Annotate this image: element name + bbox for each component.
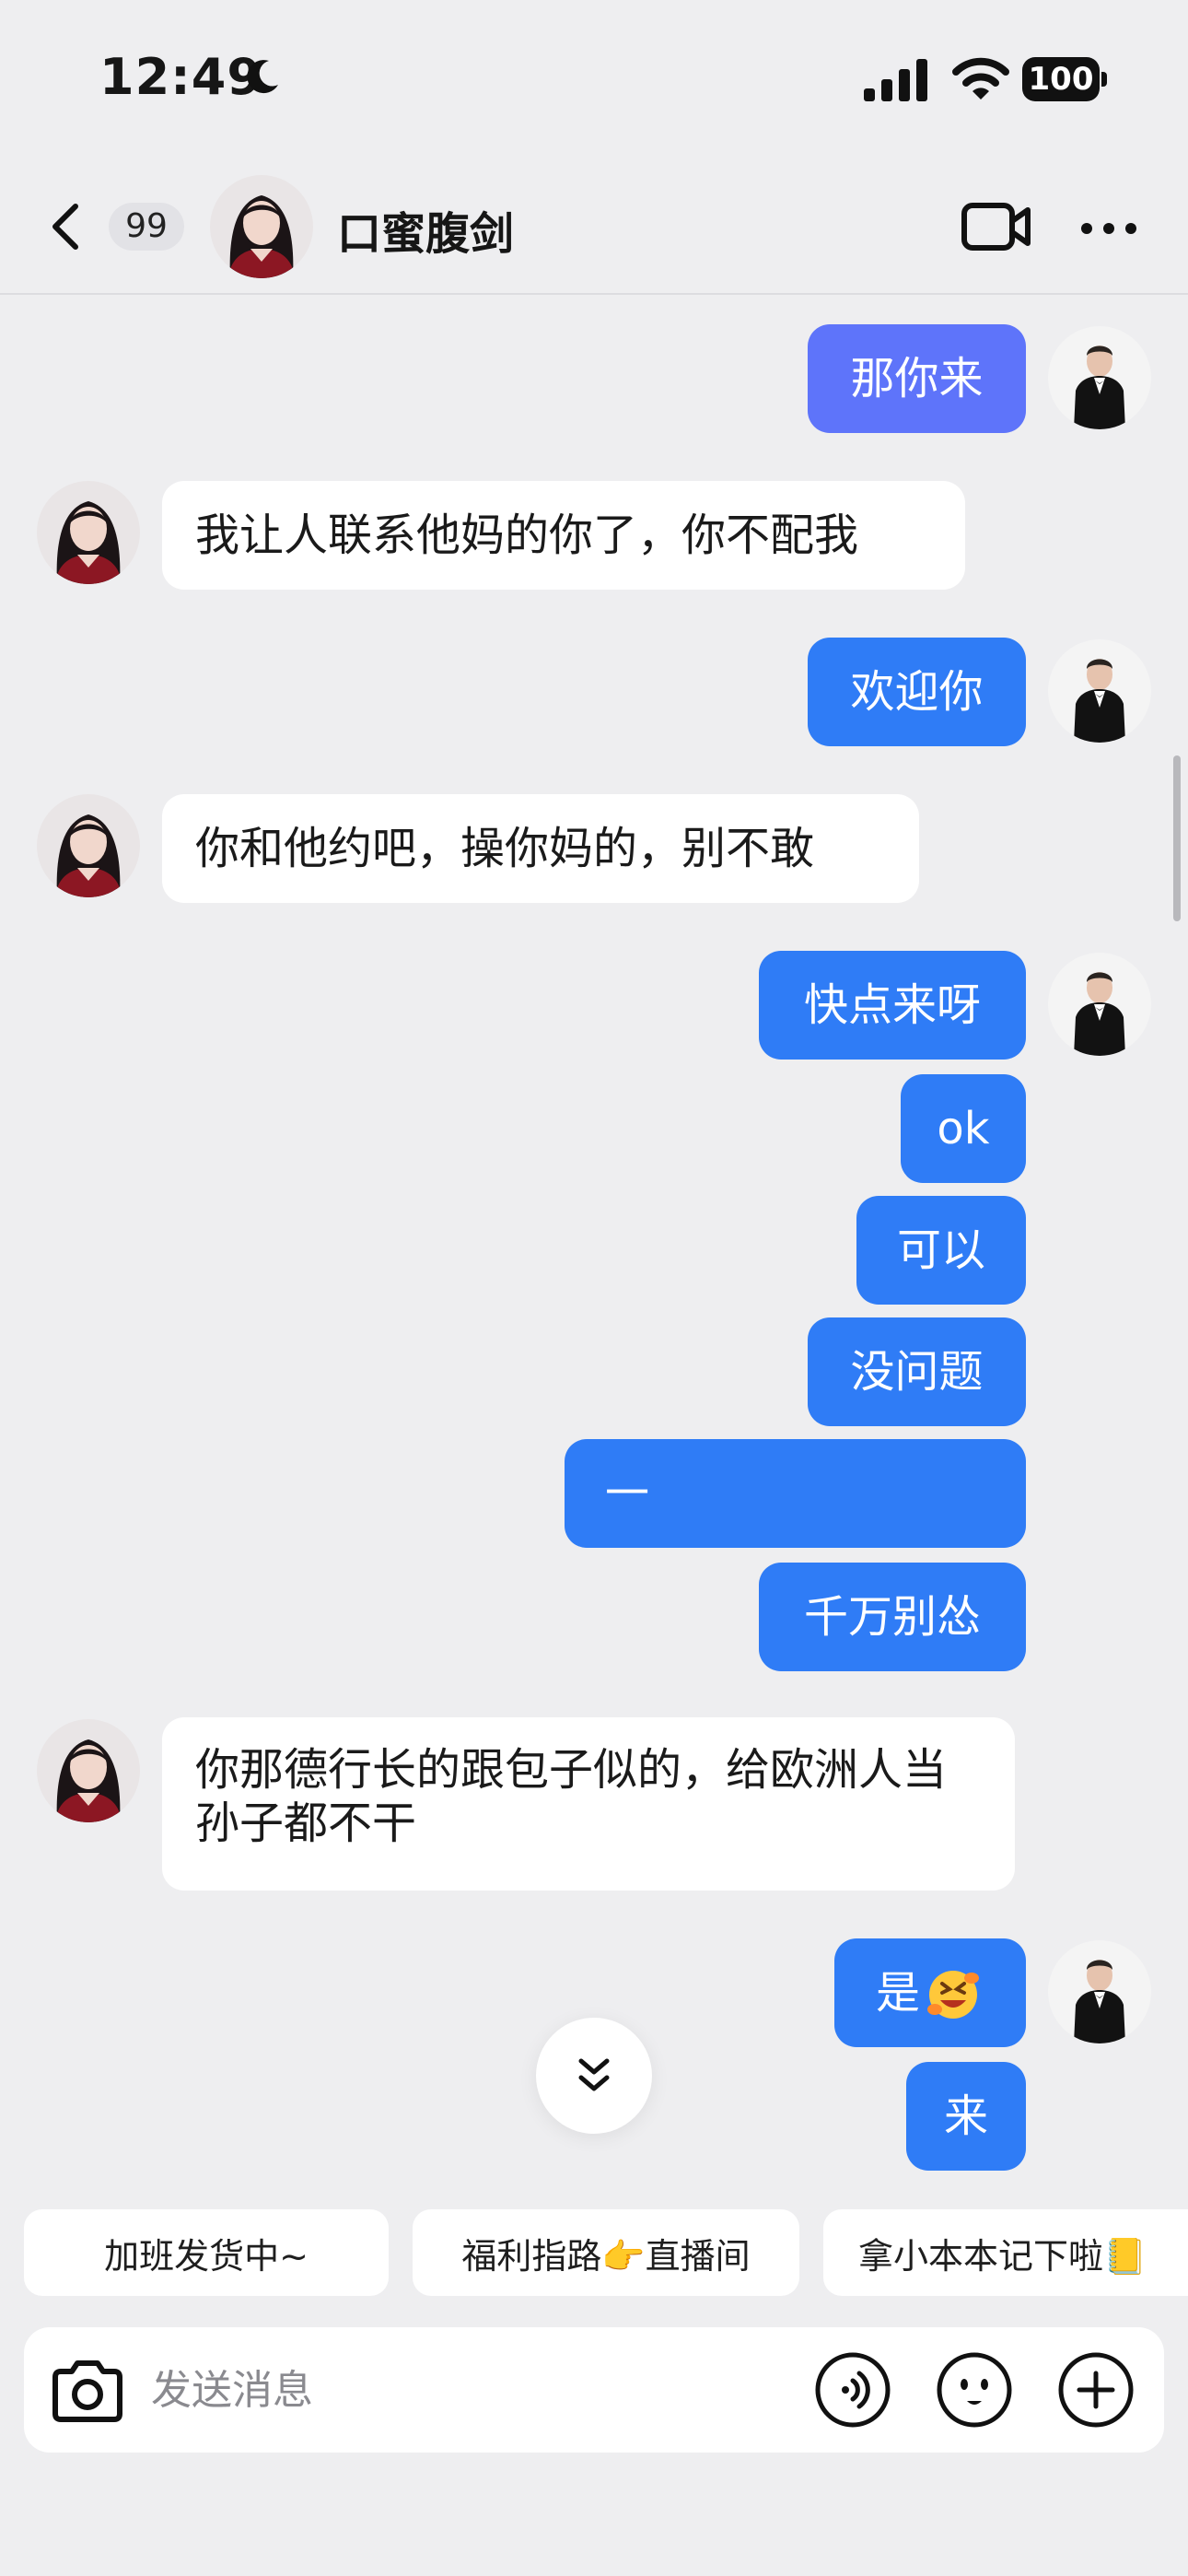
contact-avatar[interactable] [37,1719,140,1822]
scroll-down-icon [578,2058,610,2091]
contact-avatar[interactable] [37,794,140,897]
more-icon[interactable] [1079,221,1138,236]
outgoing-message[interactable]: 快点来呀 [759,951,1026,1060]
status-time: 12:49 [99,48,262,106]
outgoing-message[interactable]: 欢迎你 [808,638,1026,746]
outgoing-message[interactable]: ok [901,1074,1026,1183]
incoming-message[interactable]: 你那德行长的跟包子似的，给欧洲人当孙子都不干 [162,1717,1015,1891]
quick-reply-chip[interactable]: 福利指路👉直播间 [413,2209,799,2296]
outgoing-message[interactable]: 来 [906,2062,1026,2171]
message-input-bar [24,2327,1164,2453]
outgoing-message[interactable]: 没问题 [808,1317,1026,1426]
outgoing-message[interactable]: 那你来 [808,324,1026,433]
status-bar: 12:49 100 [0,0,1188,157]
cellular-signal-icon [864,59,927,101]
wifi-icon [952,57,1009,100]
contact-name[interactable]: 口蜜腹剑 [337,197,514,262]
plus-icon[interactable] [1057,2351,1135,2429]
battery-indicator: 100 [1022,57,1107,101]
scrollbar[interactable] [1173,755,1181,921]
unread-count-badge[interactable]: 99 [109,203,184,251]
my-avatar[interactable] [1048,639,1151,743]
message-input[interactable] [151,2355,796,2425]
emoji-icon[interactable] [936,2351,1013,2429]
outgoing-message[interactable]: 一 [565,1439,1026,1548]
incoming-message[interactable]: 你和他约吧，操你妈的，别不敢 [162,794,919,903]
contact-avatar[interactable] [37,481,140,584]
voice-icon[interactable] [814,2351,891,2429]
back-icon[interactable] [41,199,96,254]
battery-level: 100 [1022,57,1100,101]
incoming-message[interactable]: 我让人联系他妈的你了，你不配我 [162,481,965,590]
my-avatar[interactable] [1048,326,1151,429]
quick-reply-chip[interactable]: 加班发货中~ [24,2209,389,2296]
contact-avatar[interactable] [210,175,313,278]
outgoing-message[interactable]: 是 [834,1938,1026,2047]
quick-reply-chip[interactable]: 拿小本本记下啦📒 [823,2209,1188,2296]
chat-header: 99 口蜜腹剑 [0,157,1188,295]
moon-icon [247,60,278,94]
camera-icon[interactable] [50,2359,125,2423]
laughing-face-icon [927,1971,979,2019]
video-call-icon[interactable] [961,201,1031,252]
my-avatar[interactable] [1048,1940,1151,2043]
outgoing-message[interactable]: 千万别怂 [759,1563,1026,1671]
my-avatar[interactable] [1048,953,1151,1056]
scroll-to-bottom-button[interactable] [536,2018,652,2134]
outgoing-message[interactable]: 可以 [856,1196,1026,1305]
outgoing-message-text: 是 [875,1967,920,2019]
